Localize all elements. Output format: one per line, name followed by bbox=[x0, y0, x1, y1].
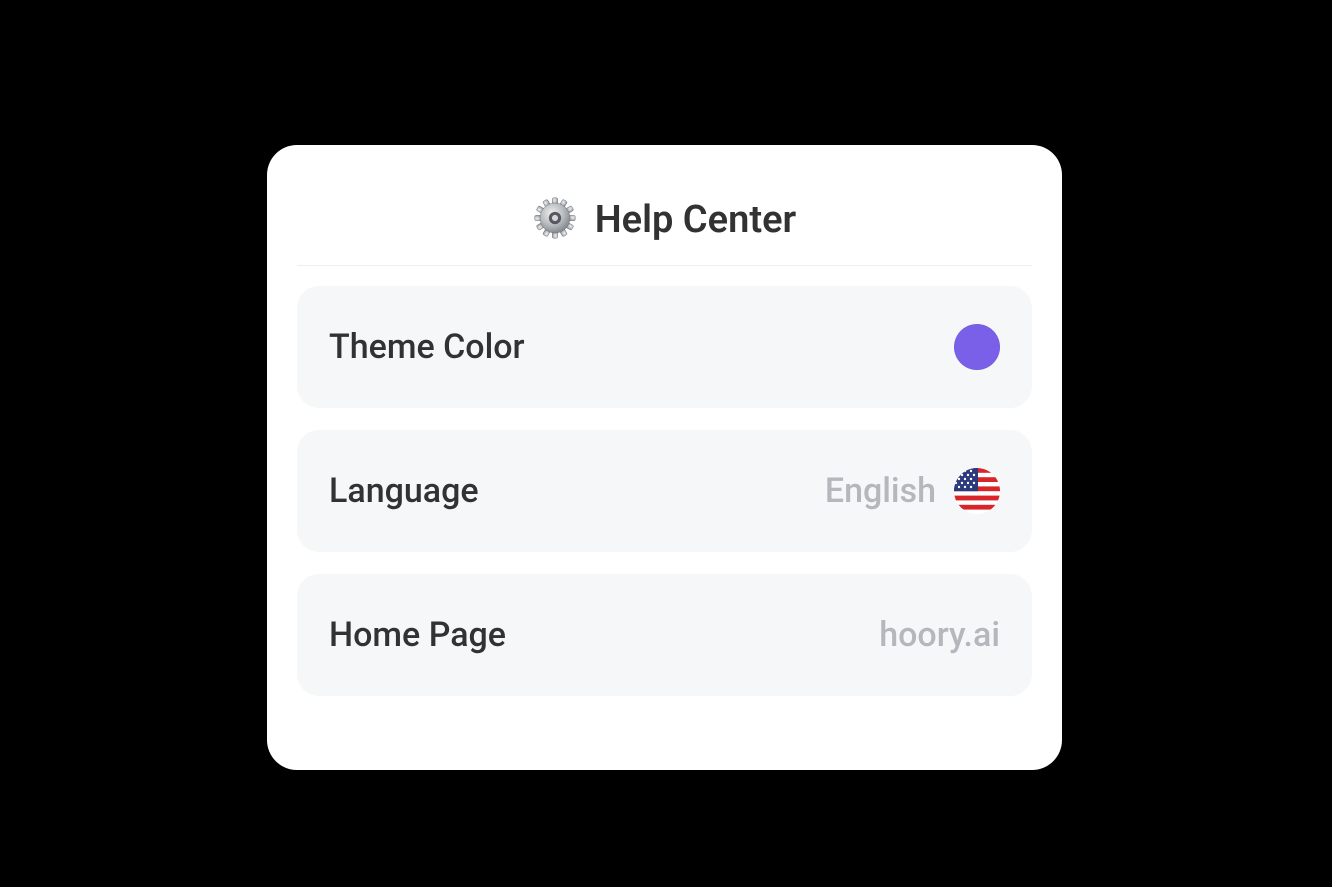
theme-color-label: Theme Color bbox=[329, 327, 525, 367]
gear-icon bbox=[533, 196, 577, 244]
settings-rows: Theme Color Language English bbox=[297, 286, 1032, 696]
language-label: Language bbox=[329, 471, 479, 511]
card-header: Help Center bbox=[297, 175, 1032, 266]
theme-color-value bbox=[954, 324, 1000, 370]
us-flag-icon bbox=[954, 468, 1000, 514]
help-center-settings-card: Help Center Theme Color Language English bbox=[267, 145, 1062, 770]
card-title: Help Center bbox=[595, 198, 796, 242]
home-page-value-text: hoory.ai bbox=[879, 615, 1000, 655]
home-page-value: hoory.ai bbox=[879, 615, 1000, 655]
theme-color-swatch-icon bbox=[954, 324, 1000, 370]
language-value: English bbox=[825, 468, 1000, 514]
home-page-row[interactable]: Home Page hoory.ai bbox=[297, 574, 1032, 696]
theme-color-row[interactable]: Theme Color bbox=[297, 286, 1032, 408]
language-row[interactable]: Language English bbox=[297, 430, 1032, 552]
home-page-label: Home Page bbox=[329, 615, 506, 655]
language-value-text: English bbox=[825, 471, 936, 511]
